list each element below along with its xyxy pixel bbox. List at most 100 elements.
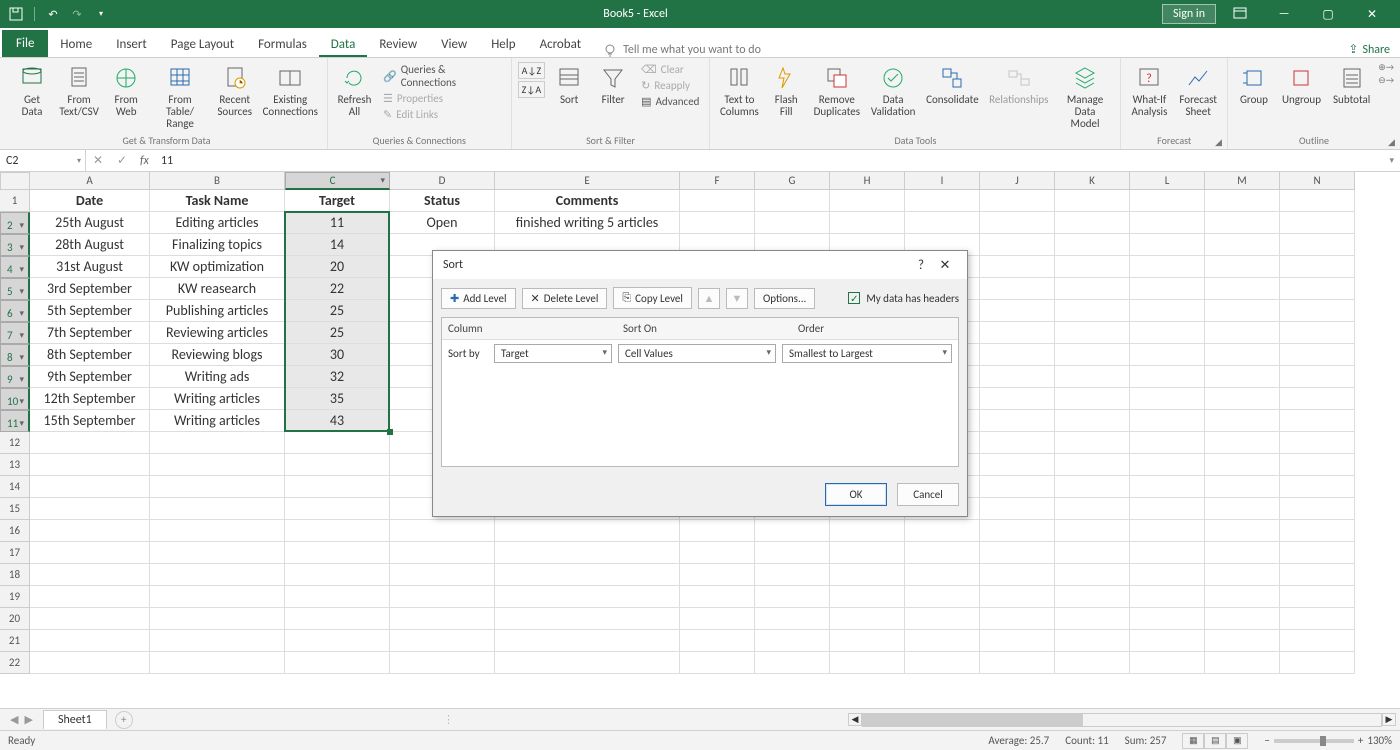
prev-sheet-icon[interactable]: ◀ [10, 713, 18, 726]
cell[interactable] [905, 190, 980, 212]
cell[interactable] [1280, 520, 1355, 542]
cell[interactable] [285, 520, 390, 542]
consolidate-button[interactable]: Consolidate [923, 62, 982, 108]
tab-review[interactable]: Review [367, 31, 429, 57]
dialog-launcher-icon[interactable]: ◢ [1215, 137, 1225, 147]
cancel-button[interactable]: Cancel [897, 483, 959, 506]
cell[interactable] [755, 652, 830, 674]
cell[interactable] [830, 608, 905, 630]
cell[interactable] [1055, 454, 1130, 476]
cell[interactable] [1055, 212, 1130, 234]
cell[interactable]: 11 [285, 212, 390, 234]
options-button[interactable]: Options... [754, 288, 815, 309]
sign-in-button[interactable]: Sign in [1162, 4, 1216, 24]
cell[interactable] [1205, 388, 1280, 410]
cell[interactable] [1280, 542, 1355, 564]
cell[interactable] [1130, 344, 1205, 366]
cell[interactable] [1280, 278, 1355, 300]
cell[interactable] [1280, 410, 1355, 432]
headers-checkbox[interactable]: ✓ My data has headers [848, 292, 959, 305]
row-header[interactable]: 20 [0, 608, 30, 630]
row-header[interactable]: 17 [0, 542, 30, 564]
cell[interactable] [1280, 476, 1355, 498]
cell[interactable] [30, 586, 150, 608]
col-header-K[interactable]: K [1055, 172, 1130, 190]
cell[interactable]: 35 [285, 388, 390, 410]
cell[interactable]: Writing articles [150, 388, 285, 410]
cell[interactable] [980, 256, 1055, 278]
close-button[interactable]: ✕ [1352, 0, 1392, 28]
cell[interactable] [1130, 322, 1205, 344]
cell[interactable]: Target [285, 190, 390, 212]
whatif-button[interactable]: ?What-IfAnalysis [1127, 62, 1171, 120]
cell[interactable] [495, 608, 680, 630]
relationships-button[interactable]: Relationships [986, 62, 1052, 108]
cell[interactable] [1280, 652, 1355, 674]
horizontal-scrollbar[interactable]: ◀ ▶ [764, 713, 1400, 727]
col-header-D[interactable]: D [390, 172, 495, 190]
col-header-A[interactable]: A [30, 172, 150, 190]
cell[interactable] [755, 542, 830, 564]
cell[interactable] [1280, 432, 1355, 454]
sheet-nav[interactable]: ◀▶ [0, 713, 43, 726]
cell[interactable] [390, 608, 495, 630]
cell[interactable] [495, 542, 680, 564]
cell[interactable]: Open [390, 212, 495, 234]
accept-formula-icon[interactable]: ✓ [110, 150, 134, 171]
cell[interactable] [980, 322, 1055, 344]
row-header[interactable]: 11 [0, 410, 30, 432]
split-handle[interactable]: ⋮ [133, 713, 765, 726]
cell[interactable]: 3rd September [30, 278, 150, 300]
row-header[interactable]: 21 [0, 630, 30, 652]
cell[interactable] [150, 476, 285, 498]
cell[interactable] [1055, 344, 1130, 366]
refresh-all-button[interactable]: RefreshAll [334, 62, 375, 120]
cell[interactable] [680, 586, 755, 608]
cell[interactable] [285, 652, 390, 674]
cell[interactable] [1130, 586, 1205, 608]
sort-order-select[interactable]: Smallest to Largest [782, 344, 952, 363]
cell[interactable] [1130, 520, 1205, 542]
row-header[interactable]: 16 [0, 520, 30, 542]
row-header[interactable]: 15 [0, 498, 30, 520]
cell[interactable] [285, 476, 390, 498]
cell[interactable] [1205, 410, 1280, 432]
cell[interactable] [150, 454, 285, 476]
cell[interactable]: Publishing articles [150, 300, 285, 322]
cell[interactable] [905, 608, 980, 630]
cell[interactable] [905, 520, 980, 542]
row-header[interactable]: 8 [0, 344, 30, 366]
cell[interactable]: 5th September [30, 300, 150, 322]
cell[interactable] [285, 608, 390, 630]
tab-home[interactable]: Home [48, 31, 104, 57]
cell[interactable] [1055, 652, 1130, 674]
row-headers[interactable]: 12345678910111213141516171819202122 [0, 190, 30, 674]
cell[interactable] [905, 212, 980, 234]
cell[interactable] [390, 652, 495, 674]
row-header[interactable]: 5 [0, 278, 30, 300]
col-header-I[interactable]: I [905, 172, 980, 190]
col-header-C[interactable]: C [285, 172, 390, 190]
tab-formulas[interactable]: Formulas [246, 31, 319, 57]
cell[interactable]: 7th September [30, 322, 150, 344]
cell[interactable] [905, 652, 980, 674]
cell[interactable]: 8th September [30, 344, 150, 366]
queries-conn-button[interactable]: 🔗Queries & Connections [379, 62, 505, 90]
cell[interactable] [830, 190, 905, 212]
ok-button[interactable]: OK [825, 483, 887, 506]
expand-formulabar-icon[interactable]: ▾ [1383, 155, 1400, 166]
cell[interactable] [285, 432, 390, 454]
cell[interactable] [1130, 278, 1205, 300]
dialog-launcher-icon[interactable]: ◢ [1388, 137, 1398, 147]
cell[interactable]: finished writing 5 articles [495, 212, 680, 234]
cell[interactable] [980, 366, 1055, 388]
col-header-M[interactable]: M [1205, 172, 1280, 190]
cell[interactable] [1205, 542, 1280, 564]
cell[interactable] [30, 498, 150, 520]
cell[interactable] [980, 498, 1055, 520]
from-text-button[interactable]: FromText/CSV [56, 62, 102, 120]
cell[interactable]: Comments [495, 190, 680, 212]
col-header-B[interactable]: B [150, 172, 285, 190]
cell[interactable] [755, 520, 830, 542]
cell[interactable] [755, 608, 830, 630]
